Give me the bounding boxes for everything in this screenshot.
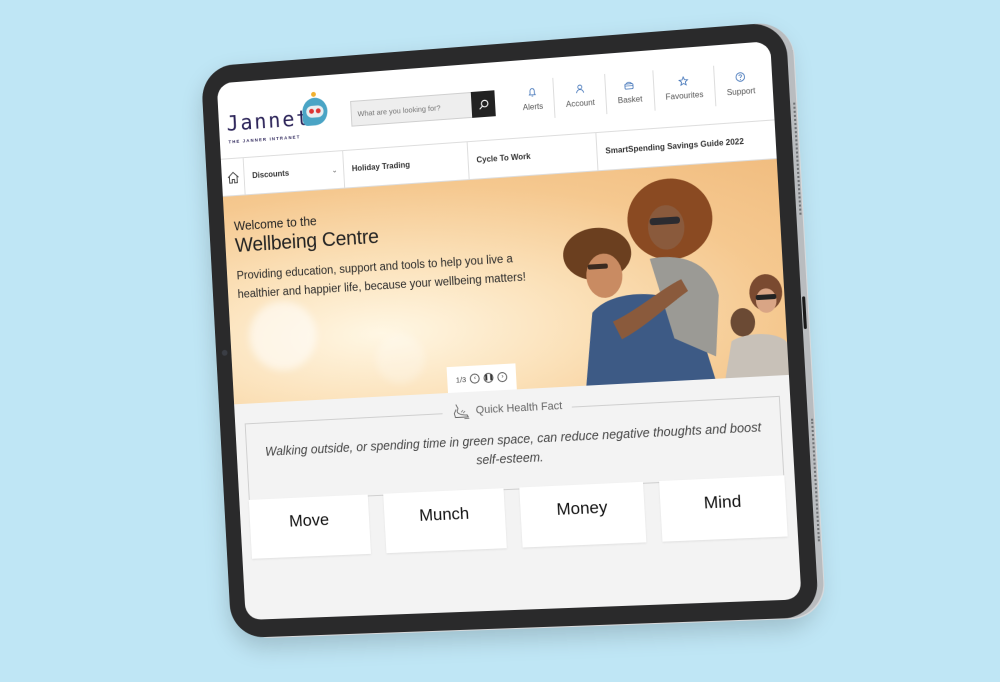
card-mind[interactable]: Mind bbox=[658, 475, 788, 542]
alerts-label: Alerts bbox=[522, 101, 544, 113]
user-icon bbox=[574, 84, 585, 95]
brand-logo[interactable]: Jannet THE JANNER INTRANET bbox=[225, 91, 335, 149]
health-fact-heading: Quick Health Fact bbox=[475, 400, 563, 417]
card-label: Money bbox=[555, 497, 608, 519]
card-label: Munch bbox=[418, 503, 470, 525]
carousel-counter: 1/3 bbox=[455, 374, 467, 385]
utility-nav: Alerts Account Basket Favourites Support bbox=[510, 61, 768, 121]
nav-item-discounts[interactable]: Discounts ⌄ bbox=[243, 151, 346, 195]
brand-name: Jannet bbox=[225, 106, 311, 136]
carousel-prev-button[interactable]: ‹ bbox=[469, 373, 481, 384]
search-icon bbox=[479, 99, 489, 110]
star-icon bbox=[678, 76, 689, 87]
carousel-controls: 1/3 ‹ ❚❚ › bbox=[446, 363, 517, 394]
carousel-pause-button[interactable]: ❚❚ bbox=[483, 372, 494, 384]
card-label: Move bbox=[288, 510, 330, 531]
chevron-right-icon: › bbox=[501, 374, 504, 381]
hero-description: Providing education, support and tools t… bbox=[236, 253, 527, 301]
antenna-dot bbox=[310, 91, 317, 98]
bokeh-light bbox=[374, 332, 426, 385]
card-move[interactable]: Move bbox=[248, 494, 371, 559]
robot-eye bbox=[308, 108, 315, 114]
card-money[interactable]: Money bbox=[519, 481, 646, 548]
search-button[interactable] bbox=[470, 90, 496, 118]
hero-banner: Welcome to the Wellbeing Centre Providin… bbox=[222, 159, 789, 405]
chevron-down-icon: ⌄ bbox=[331, 167, 338, 175]
tablet-device: Jannet THE JANNER INTRANET What are you … bbox=[200, 21, 820, 639]
basket-button[interactable]: Basket bbox=[604, 70, 655, 115]
side-button bbox=[802, 296, 807, 330]
nav-item-label: SmartSpending Savings Guide 2022 bbox=[605, 136, 745, 156]
scene: Jannet THE JANNER INTRANET What are you … bbox=[0, 0, 1000, 682]
support-button[interactable]: Support bbox=[713, 61, 768, 107]
card-label: Mind bbox=[703, 491, 742, 513]
home-icon bbox=[226, 170, 240, 185]
basket-icon bbox=[624, 80, 635, 91]
favourites-label: Favourites bbox=[665, 89, 704, 102]
pause-icon: ❚❚ bbox=[483, 374, 494, 382]
help-icon bbox=[735, 72, 746, 83]
nav-item-label: Holiday Trading bbox=[351, 160, 411, 174]
search-bar bbox=[350, 90, 496, 127]
chevron-left-icon: ‹ bbox=[473, 375, 477, 382]
favourites-button[interactable]: Favourites bbox=[651, 65, 716, 111]
bokeh-light bbox=[247, 299, 319, 372]
bell-icon bbox=[527, 87, 537, 98]
account-label: Account bbox=[565, 97, 596, 110]
card-munch[interactable]: Munch bbox=[382, 488, 507, 554]
hero-photo-couple bbox=[561, 175, 789, 386]
alerts-button[interactable]: Alerts bbox=[510, 78, 554, 121]
basket-label: Basket bbox=[617, 94, 643, 106]
search-input[interactable] bbox=[351, 92, 474, 126]
account-button[interactable]: Account bbox=[552, 73, 607, 118]
robot-eye bbox=[315, 108, 321, 114]
support-label: Support bbox=[726, 86, 756, 98]
robot-face bbox=[305, 105, 324, 119]
carousel-next-button[interactable]: › bbox=[497, 371, 508, 383]
brand-tagline: THE JANNER INTRANET bbox=[228, 134, 301, 145]
nav-home[interactable] bbox=[220, 158, 246, 196]
nav-item-label: Discounts bbox=[251, 168, 290, 181]
hero-text: Welcome to the Wellbeing Centre Providin… bbox=[234, 200, 529, 305]
running-shoe-icon bbox=[452, 403, 471, 420]
screen: Jannet THE JANNER INTRANET What are you … bbox=[216, 41, 802, 620]
robot-mascot-icon bbox=[301, 91, 329, 127]
nav-item-label: Cycle To Work bbox=[476, 151, 531, 165]
